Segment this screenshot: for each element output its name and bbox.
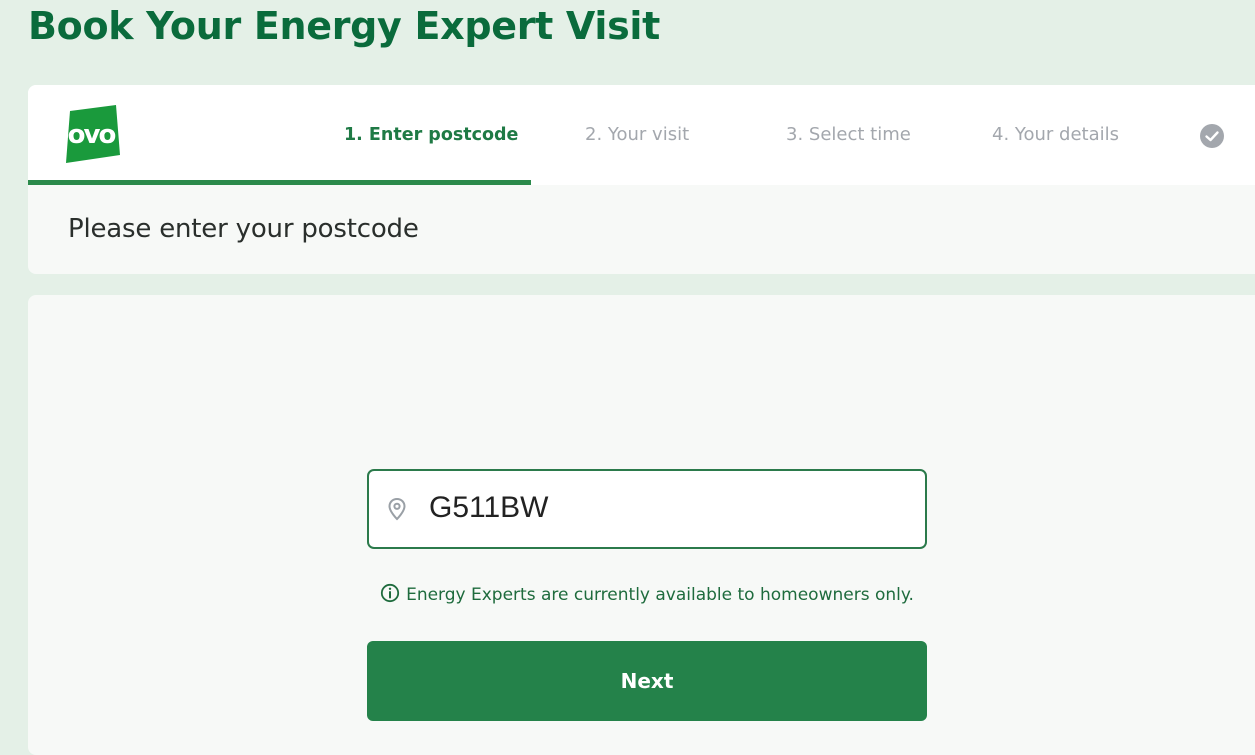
logo-text: ovo: [68, 120, 116, 150]
info-icon: [380, 583, 400, 603]
step-enter-postcode: 1. Enter postcode: [344, 125, 519, 145]
stepper-bar: ovo 1. Enter postcode 2. Your visit 3. S…: [28, 85, 1255, 185]
step-select-time: 3. Select time: [786, 124, 911, 145]
notice-text: Energy Experts are currently available t…: [406, 585, 914, 605]
next-button[interactable]: Next: [367, 641, 927, 721]
ovo-logo-icon[interactable]: ovo: [60, 105, 120, 163]
step-progress-bar: [28, 180, 531, 185]
step-your-visit: 2. Your visit: [585, 124, 690, 145]
homeowner-notice: Energy Experts are currently available t…: [367, 583, 927, 607]
step-your-details: 4. Your details: [992, 124, 1120, 145]
postcode-field[interactable]: [367, 469, 927, 549]
form-heading: Please enter your postcode: [68, 214, 419, 244]
map-pin-icon: [388, 497, 406, 521]
postcode-form-card: Energy Experts are currently available t…: [28, 295, 1255, 755]
postcode-input[interactable]: [429, 485, 899, 531]
check-circle-icon: [1200, 124, 1224, 148]
stepper-card: ovo 1. Enter postcode 2. Your visit 3. S…: [28, 85, 1255, 274]
page-title: Book Your Energy Expert Visit: [28, 4, 661, 48]
